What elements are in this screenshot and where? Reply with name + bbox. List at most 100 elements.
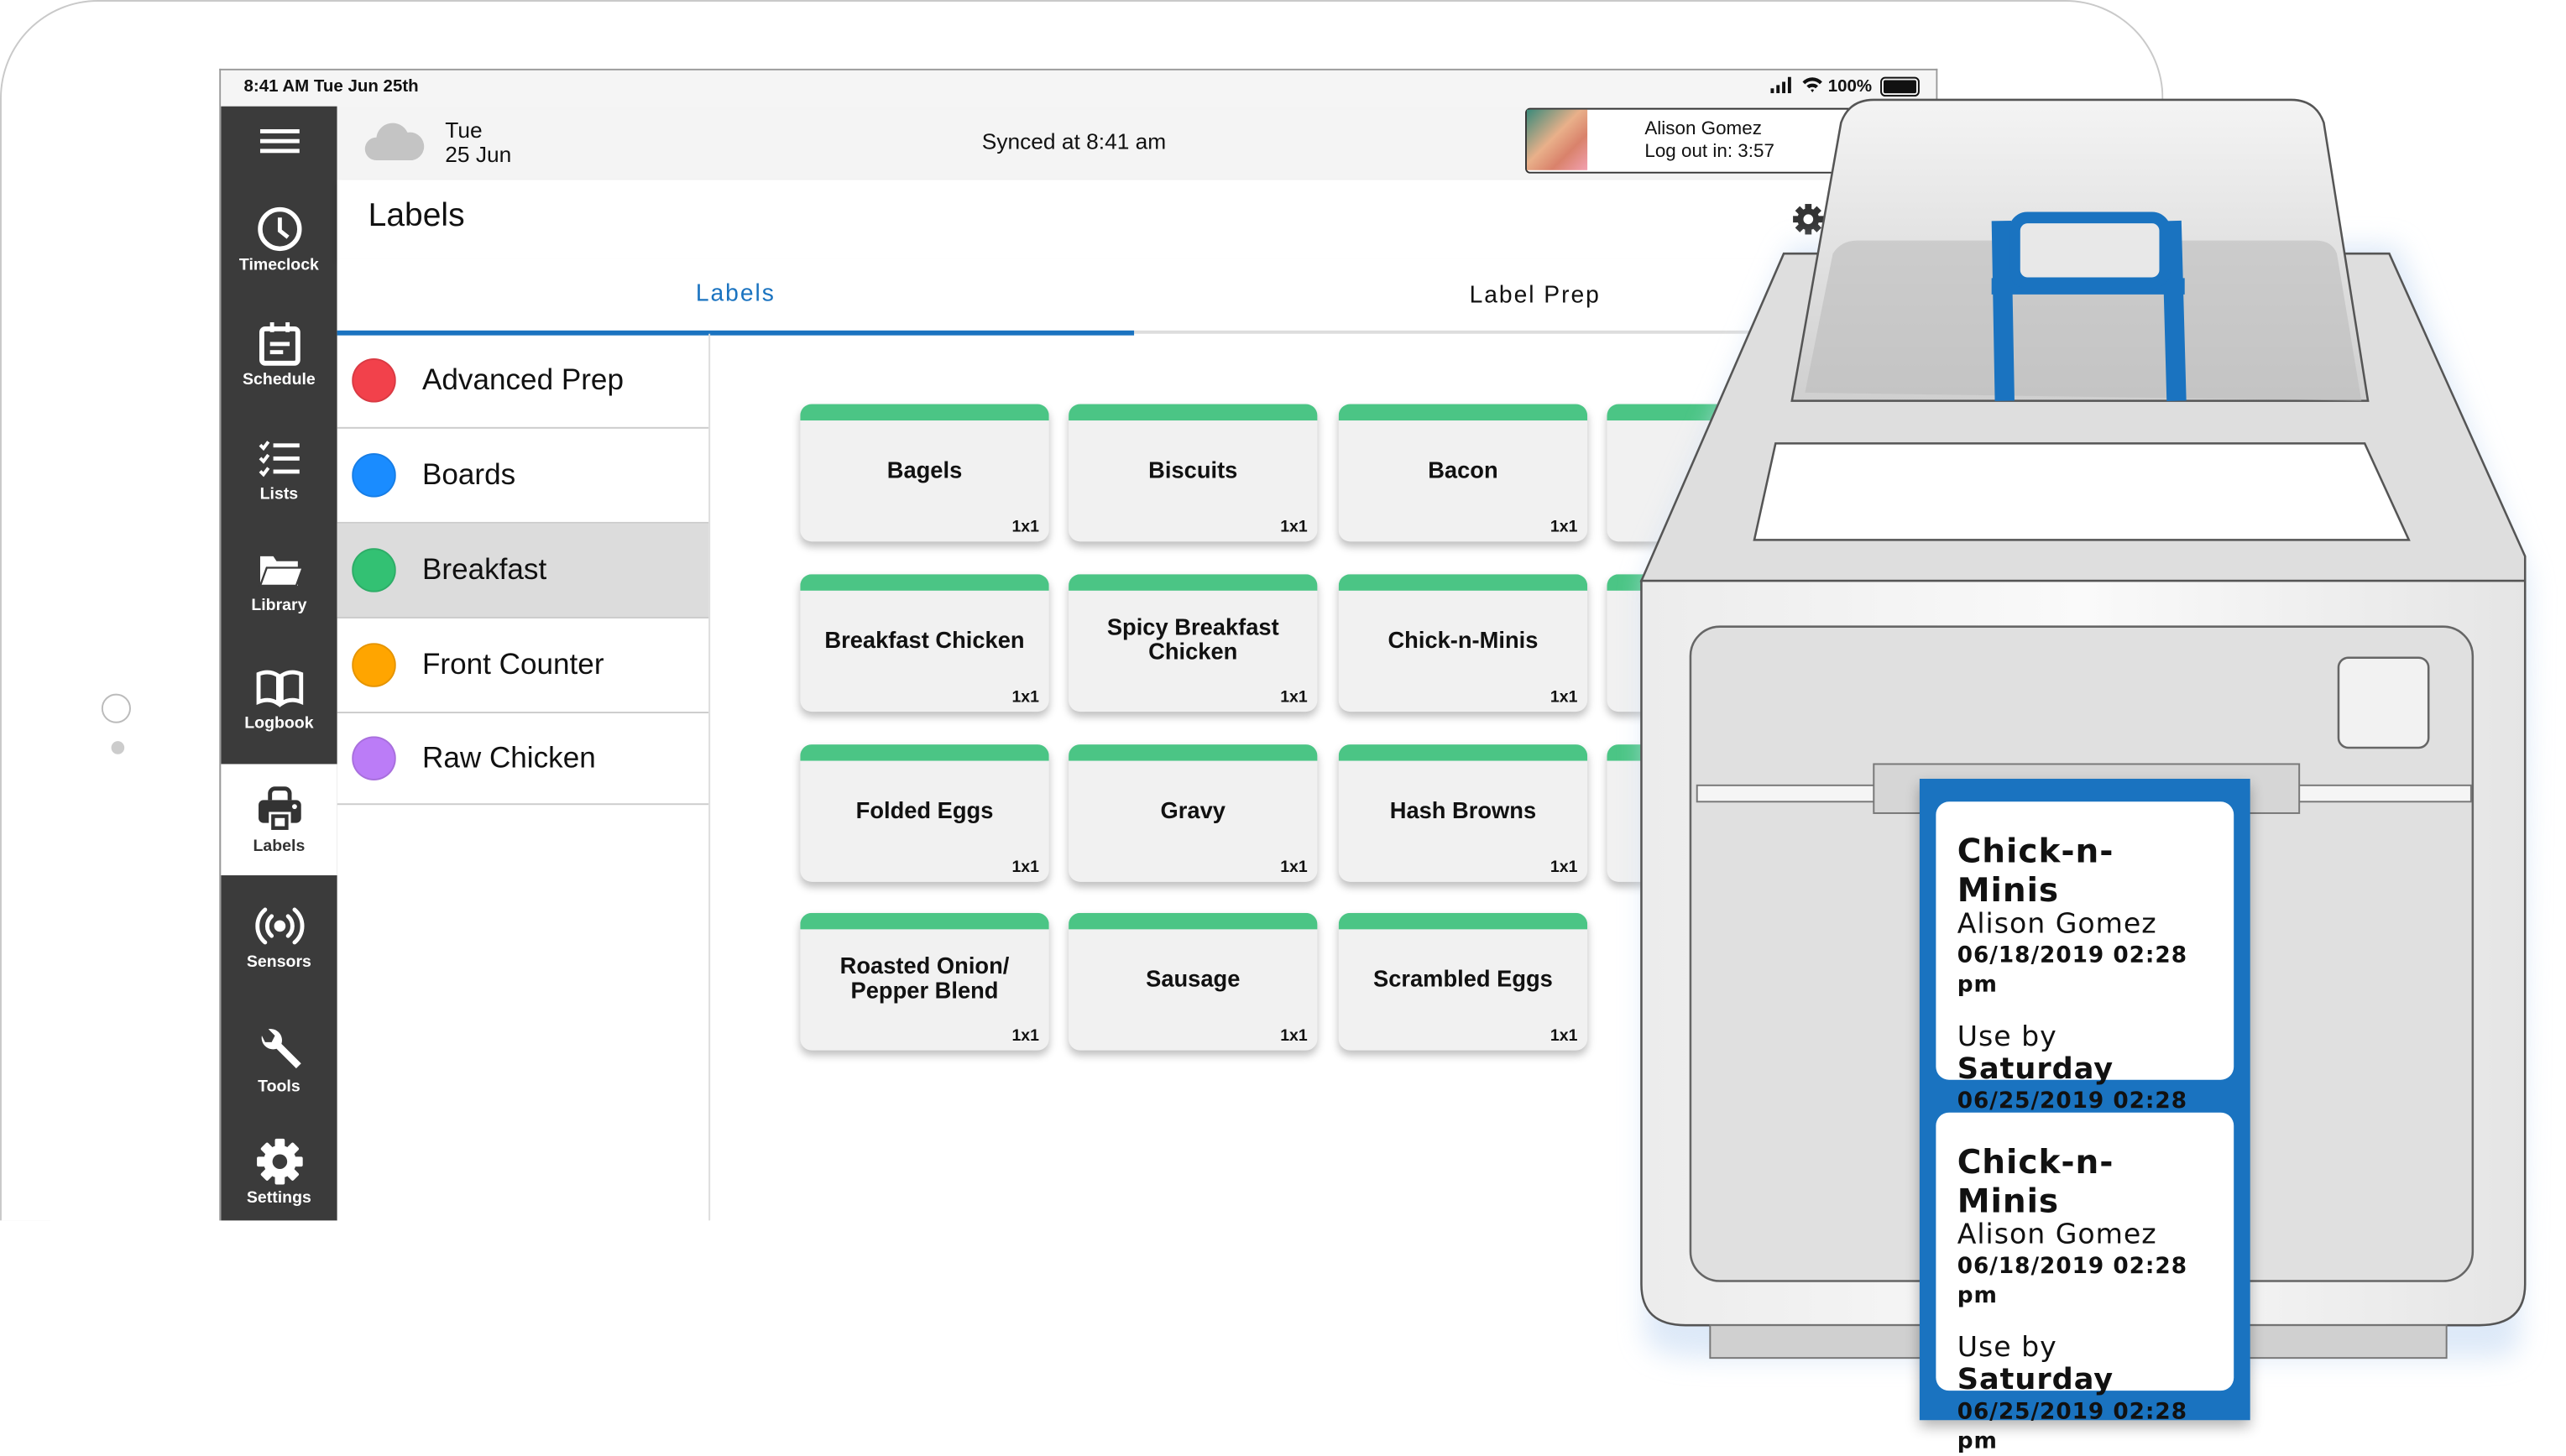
checklist-icon bbox=[258, 440, 299, 477]
date-text: 25 Jun bbox=[445, 142, 512, 167]
tile-size: 1x1 bbox=[1550, 519, 1578, 537]
sidebar-item-lists[interactable]: Lists bbox=[221, 414, 337, 522]
printed-label-strip: Chick-n-Minis Alison Gomez 06/18/2019 02:2… bbox=[1919, 779, 2250, 1454]
sidebar-item-labels[interactable]: Labels bbox=[221, 764, 337, 876]
tile-size: 1x1 bbox=[1011, 1027, 1039, 1046]
weather-date: Tue 25 Jun bbox=[445, 117, 511, 166]
tile-color-bar bbox=[1338, 404, 1588, 421]
sensor-icon bbox=[254, 906, 304, 944]
camera-dot bbox=[111, 741, 125, 754]
sidebar-item-tools[interactable]: Tools bbox=[221, 1006, 337, 1114]
day-text: Tue bbox=[445, 117, 483, 143]
category-item[interactable]: Boards bbox=[337, 429, 709, 524]
sidebar-item-label: Settings bbox=[246, 1188, 311, 1207]
label-tile[interactable]: Breakfast Chicken 1x1 bbox=[800, 574, 1049, 712]
tile-size: 1x1 bbox=[1280, 858, 1308, 877]
category-color-dot bbox=[352, 453, 396, 498]
tile-name: Chick-n-Minis bbox=[1388, 625, 1539, 652]
tile-name: Bacon bbox=[1428, 455, 1498, 483]
label-use-by: Use by bbox=[1957, 1331, 2057, 1365]
category-item[interactable]: Advanced Prep bbox=[337, 334, 709, 429]
page-title: Labels bbox=[368, 197, 465, 234]
printed-label: Chick-n-Minis Alison Gomez 06/18/2019 02:2… bbox=[1936, 1112, 2234, 1454]
label-tile[interactable]: Bagels 1x1 bbox=[800, 404, 1049, 542]
sidebar-item-label: Logbook bbox=[244, 714, 314, 733]
category-list: Advanced Prep Boards Breakfast Front Counte… bbox=[337, 333, 711, 1221]
sidebar-item-label: Lists bbox=[259, 485, 299, 504]
label-tile[interactable]: Chick-n-Minis 1x1 bbox=[1338, 574, 1588, 712]
label-tile[interactable]: Sausage 1x1 bbox=[1069, 912, 1318, 1051]
printer-icon bbox=[258, 785, 300, 832]
tile-color-bar bbox=[1069, 574, 1318, 591]
sidebar-item-library[interactable]: Library bbox=[221, 525, 337, 634]
label-use-by: Use by bbox=[1957, 1020, 2057, 1054]
tile-size: 1x1 bbox=[1011, 519, 1039, 537]
category-color-dot bbox=[352, 548, 396, 592]
category-color-dot bbox=[352, 736, 396, 780]
stage: 8:41 AM Tue Jun 25th 100% Timeclock Sche… bbox=[0, 0, 2566, 1454]
sidebar: Timeclock Schedule Lists Library Logbook… bbox=[221, 106, 337, 1221]
sidebar-item-label: Tools bbox=[258, 1077, 300, 1096]
label-made-date: 06/18/2019 02:28 pm bbox=[1957, 1253, 2188, 1309]
sidebar-item-logbook[interactable]: Logbook bbox=[221, 643, 337, 751]
status-time: 8:41 AM Tue Jun 25th bbox=[243, 76, 419, 97]
category-label: Front Counter bbox=[421, 648, 604, 681]
tile-color-bar bbox=[800, 912, 1049, 930]
printed-label: Chick-n-Minis Alison Gomez 06/18/2019 02:2… bbox=[1936, 801, 2234, 1144]
home-button[interactable] bbox=[101, 693, 131, 723]
tile-name: Hash Browns bbox=[1389, 796, 1537, 822]
label-tile[interactable]: Scrambled Eggs 1x1 bbox=[1338, 912, 1588, 1051]
sidebar-item-settings[interactable]: Settings bbox=[221, 1118, 337, 1221]
tile-name: Sausage bbox=[1146, 964, 1241, 991]
label-tile[interactable]: Roasted Onion/ Pepper Blend 1x1 bbox=[800, 912, 1049, 1051]
label-tile[interactable]: Bacon 1x1 bbox=[1338, 404, 1588, 542]
tab-labels[interactable]: Labels bbox=[337, 258, 1135, 336]
label-tile[interactable]: Spicy Breakfast Chicken 1x1 bbox=[1069, 574, 1318, 712]
tile-name: Folded Eggs bbox=[855, 796, 994, 822]
tile-name: Breakfast Chicken bbox=[824, 625, 1025, 652]
category-color-dot bbox=[352, 643, 396, 687]
calendar-icon bbox=[259, 321, 300, 365]
category-item[interactable]: Front Counter bbox=[337, 618, 709, 714]
tile-name: Spicy Breakfast Chicken bbox=[1106, 613, 1279, 665]
label-tile[interactable]: Hash Browns 1x1 bbox=[1338, 744, 1588, 882]
label-tile[interactable]: Biscuits 1x1 bbox=[1069, 404, 1318, 542]
sync-status: Synced at 8:41 am bbox=[981, 129, 1167, 154]
sidebar-item-label: Sensors bbox=[246, 952, 311, 972]
tile-name: Gravy bbox=[1160, 796, 1226, 822]
label-day: Saturday bbox=[1957, 1363, 2114, 1397]
category-item[interactable]: Raw Chicken bbox=[337, 713, 709, 806]
sidebar-item-label: Labels bbox=[253, 837, 306, 855]
sidebar-item-schedule[interactable]: Schedule bbox=[221, 300, 337, 408]
tile-color-bar bbox=[1069, 744, 1318, 761]
sidebar-item-sensors[interactable]: Sensors bbox=[221, 882, 337, 990]
tile-size: 1x1 bbox=[1280, 688, 1308, 707]
tile-color-bar bbox=[1069, 404, 1318, 421]
tile-name: Bagels bbox=[886, 455, 963, 483]
book-icon bbox=[255, 669, 303, 707]
sidebar-item-label: Timeclock bbox=[238, 256, 319, 274]
tile-size: 1x1 bbox=[1550, 688, 1578, 707]
clock-icon bbox=[257, 206, 301, 251]
category-label: Raw Chicken bbox=[421, 741, 596, 775]
avatar bbox=[1526, 109, 1588, 170]
label-user: Alison Gomez bbox=[1957, 1219, 2157, 1252]
folder-icon bbox=[258, 555, 304, 587]
tile-name: Biscuits bbox=[1148, 455, 1238, 483]
menu-button[interactable] bbox=[221, 107, 337, 179]
cloud-icon bbox=[364, 123, 425, 161]
gear-icon bbox=[256, 1137, 302, 1184]
label-tile[interactable]: Gravy 1x1 bbox=[1069, 744, 1318, 882]
wrench-icon bbox=[260, 1028, 300, 1068]
tile-size: 1x1 bbox=[1011, 688, 1039, 707]
sidebar-item-timeclock[interactable]: Timeclock bbox=[221, 185, 337, 293]
tile-color-bar bbox=[800, 744, 1049, 761]
label-made-date: 06/18/2019 02:28 pm bbox=[1957, 942, 2188, 999]
category-item[interactable]: Breakfast bbox=[337, 523, 709, 618]
tile-size: 1x1 bbox=[1280, 519, 1308, 537]
label-expiry-date: 06/25/2019 02:28 pm bbox=[1957, 1398, 2188, 1455]
label-day: Saturday bbox=[1957, 1052, 2114, 1087]
tile-color-bar bbox=[1338, 574, 1588, 591]
sidebar-item-label: Schedule bbox=[243, 370, 316, 389]
label-tile[interactable]: Folded Eggs 1x1 bbox=[800, 744, 1049, 882]
